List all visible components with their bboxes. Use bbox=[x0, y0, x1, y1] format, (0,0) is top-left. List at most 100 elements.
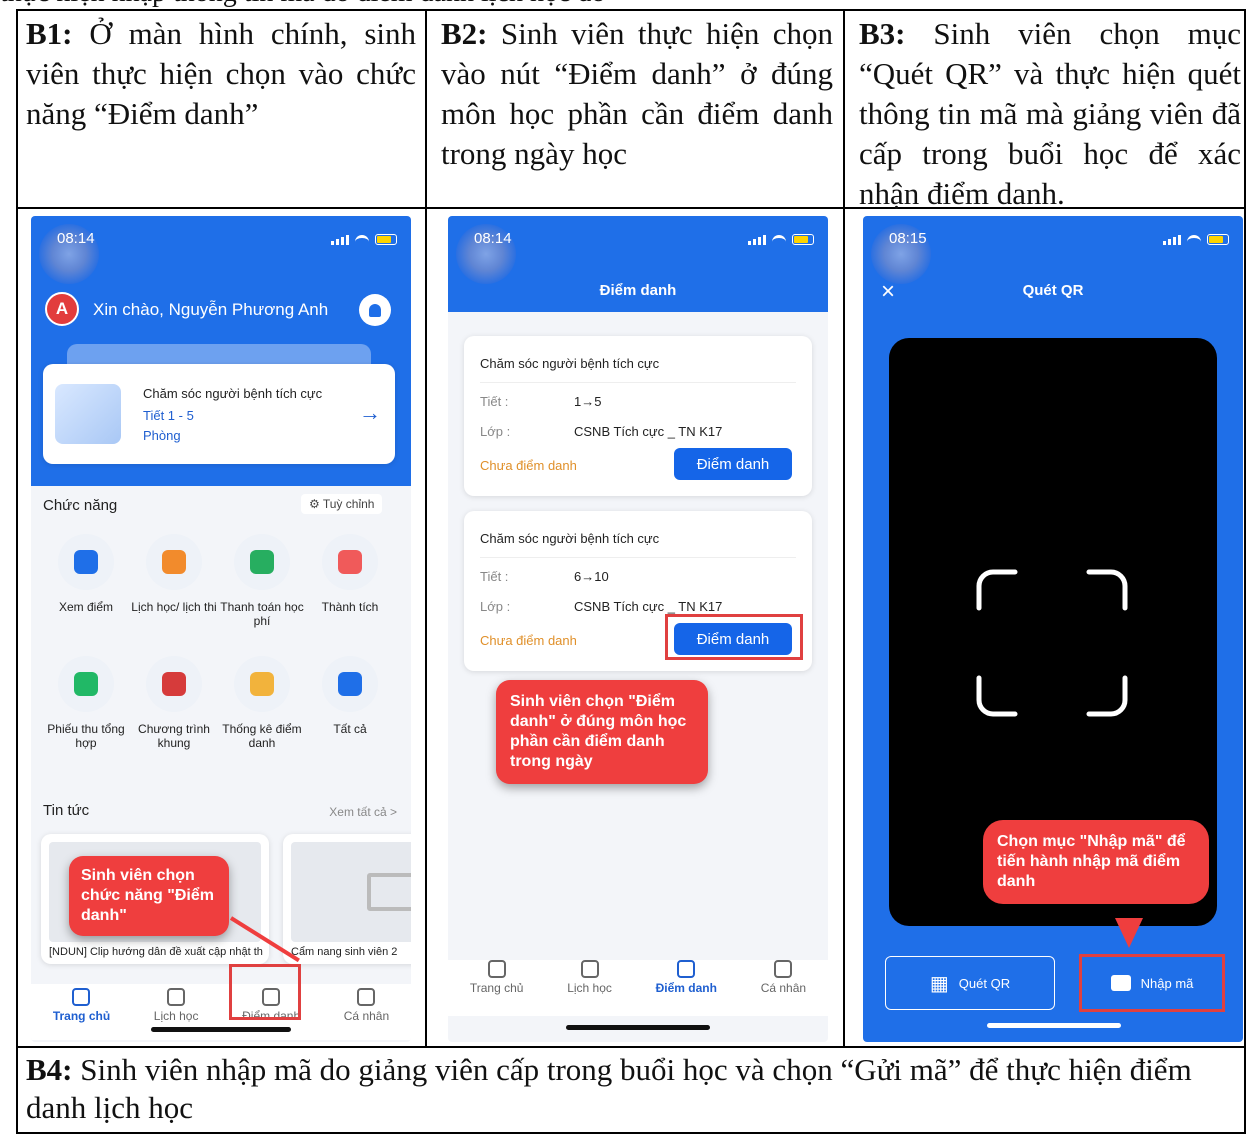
period-value: 1→5 bbox=[574, 394, 602, 409]
course-name: Chăm sóc người bệnh tích cực bbox=[480, 356, 660, 371]
function-label: Lịch học/ lịch thi bbox=[131, 600, 217, 614]
book-icon bbox=[146, 656, 202, 712]
step-b3: B3: Sinh viên chọn mục “Quét QR” và thực… bbox=[859, 16, 1241, 211]
news-title: Tin tức bbox=[43, 802, 90, 819]
greeting: Xin chào, Nguyễn Phương Anh bbox=[93, 300, 329, 319]
function-label: Chương trình khung bbox=[138, 722, 210, 750]
steps-table: B1: Ở màn hình chính, sinh viên thực hiệ… bbox=[16, 9, 1246, 1134]
clock: 08:15 bbox=[889, 230, 927, 247]
grade-icon bbox=[58, 534, 114, 590]
step-b1: B1: Ở màn hình chính, sinh viên thực hiệ… bbox=[26, 16, 416, 131]
callout-pointer bbox=[1115, 918, 1143, 948]
screen-home: 08:14 A Xin chào, Nguyễn Phương Anh Chăm… bbox=[31, 216, 411, 1042]
divider bbox=[18, 1046, 1246, 1048]
period-value: 6→10 bbox=[574, 569, 609, 584]
tab-item[interactable]: Điểm danh bbox=[656, 960, 717, 1016]
checklist-icon bbox=[677, 960, 696, 978]
function-label: Xem điểm bbox=[58, 600, 114, 614]
input-code-button[interactable]: Nhập mã bbox=[1079, 954, 1225, 1012]
function-item[interactable]: Thống kê điểm danh bbox=[218, 656, 306, 750]
function-item[interactable]: Thành tích bbox=[306, 534, 394, 628]
scan-qr-button[interactable]: ▦ Quét QR bbox=[885, 956, 1055, 1010]
status-bar: 08:15 bbox=[863, 216, 1243, 284]
function-item[interactable]: Phiếu thu tổng hợp bbox=[42, 656, 130, 750]
cut-off-heading: thực hiện nhập thông tin mã do điểm danh… bbox=[0, 0, 605, 8]
schedule-room: Phòng bbox=[143, 428, 181, 443]
tab-item[interactable]: Cá nhân bbox=[761, 960, 806, 1016]
news-card[interactable]: Cẩm nang sinh viên 2 bbox=[283, 834, 411, 964]
home-indicator bbox=[566, 1025, 710, 1030]
settings-icon: ⚙ bbox=[309, 497, 323, 511]
function-item[interactable]: Lịch học/ lịch thi bbox=[130, 534, 218, 628]
function-label: Thống kê điểm danh bbox=[222, 722, 302, 750]
home-indicator bbox=[987, 1023, 1121, 1028]
divider bbox=[480, 382, 796, 383]
tab-label: Cá nhân bbox=[343, 1009, 390, 1023]
coins-icon bbox=[234, 534, 290, 590]
grid-icon bbox=[322, 656, 378, 712]
screen-attendance: 08:14 Điểm danh Chăm sóc người bệnh tích… bbox=[448, 216, 828, 1042]
home-icon bbox=[72, 988, 91, 1006]
tab-item[interactable]: Cá nhân bbox=[344, 988, 389, 1040]
tab-item[interactable]: Lịch học bbox=[567, 960, 612, 1016]
signal-icon bbox=[748, 234, 766, 245]
clock: 08:14 bbox=[474, 230, 512, 247]
tab-item[interactable]: Trang chủ bbox=[53, 988, 110, 1040]
class-value: CSNB Tích cực _ TN K17 bbox=[574, 424, 723, 439]
function-item[interactable]: Tất cả bbox=[306, 656, 394, 750]
user-icon bbox=[357, 988, 376, 1006]
function-label: Phiếu thu tổng hợp bbox=[47, 722, 125, 750]
today-schedule-card[interactable]: Chăm sóc người bệnh tích cực Tiết 1 - 5 … bbox=[43, 364, 395, 464]
callout-step2: Sinh viên chọn "Điểm danh" ở đúng môn họ… bbox=[496, 680, 708, 784]
callout-step1: Sinh viên chọn chức năng "Điểm danh" bbox=[69, 856, 229, 936]
calendar-icon bbox=[580, 960, 599, 978]
function-item[interactable]: Thanh toán học phí bbox=[218, 534, 306, 628]
tab-item[interactable]: Lịch học bbox=[153, 988, 199, 1040]
bell-icon[interactable] bbox=[359, 294, 391, 326]
calendar-icon bbox=[167, 988, 186, 1006]
news-see-all-link[interactable]: Xem tất cả > bbox=[329, 805, 397, 819]
callout-step3: Chọn mục "Nhập mã" để tiến hành nhập mã … bbox=[983, 820, 1209, 904]
page-title: Quét QR bbox=[1022, 282, 1084, 299]
news-caption: [NDUN] Clip hướng dẫn đề xuất cập nhật t… bbox=[49, 946, 263, 958]
period-label: Tiết : bbox=[480, 569, 509, 584]
course-name: Chăm sóc người bệnh tích cực bbox=[480, 531, 660, 546]
status-bar: 08:14 bbox=[448, 216, 828, 284]
news-caption: Cẩm nang sinh viên 2 bbox=[291, 946, 398, 958]
attendance-button[interactable]: Điểm danh bbox=[674, 448, 792, 480]
user-icon bbox=[774, 960, 793, 978]
wifi-icon bbox=[1187, 234, 1201, 245]
tab-label: Cá nhân bbox=[760, 981, 807, 995]
status-badge: Chưa điểm danh bbox=[480, 633, 577, 648]
tab-item[interactable]: Trang chủ bbox=[469, 960, 524, 1016]
card-stack-shadow bbox=[67, 344, 371, 366]
functions-title: Chức năng bbox=[43, 497, 118, 514]
screen-qr: 08:15 × Quét QR Chọn mục "Nhập mã" để ti… bbox=[863, 216, 1243, 1042]
customize-button[interactable]: ⚙ Tuỳ chỉnh bbox=[301, 494, 383, 514]
function-label: Thanh toán học phí bbox=[220, 600, 304, 628]
step-b4: B4: Sinh viên nhập mã do giảng viên cấp … bbox=[26, 1052, 1192, 1125]
period-label: Tiết : bbox=[480, 394, 509, 409]
tab-label: Lịch học bbox=[153, 1009, 199, 1023]
step-b2: B2: Sinh viên thực hiện chọn vào nút “Đi… bbox=[441, 16, 833, 171]
function-item[interactable]: Xem điểm bbox=[42, 534, 130, 628]
avatar[interactable]: A bbox=[45, 292, 79, 326]
schedule-period: Tiết 1 - 5 bbox=[143, 408, 194, 423]
function-item[interactable]: Chương trình khung bbox=[130, 656, 218, 750]
schedule-illustration-icon bbox=[55, 384, 121, 444]
divider bbox=[425, 11, 427, 1046]
divider bbox=[480, 557, 796, 558]
schedule-course: Chăm sóc người bệnh tích cực bbox=[143, 386, 323, 401]
qr-code-icon: ▦ bbox=[929, 972, 949, 995]
arrow-right-icon[interactable]: → bbox=[359, 400, 381, 426]
battery-icon bbox=[792, 234, 814, 245]
wifi-icon bbox=[772, 234, 786, 245]
divider bbox=[843, 11, 845, 1046]
status-badge: Chưa điểm danh bbox=[480, 458, 577, 473]
battery-icon bbox=[1207, 234, 1229, 245]
tab-label: Trang chủ bbox=[469, 981, 524, 995]
tab-label: Trang chủ bbox=[52, 1009, 111, 1023]
tab-label: Điểm danh bbox=[655, 981, 717, 995]
class-label: Lớp : bbox=[480, 599, 511, 614]
function-label: Thành tích bbox=[321, 600, 379, 614]
